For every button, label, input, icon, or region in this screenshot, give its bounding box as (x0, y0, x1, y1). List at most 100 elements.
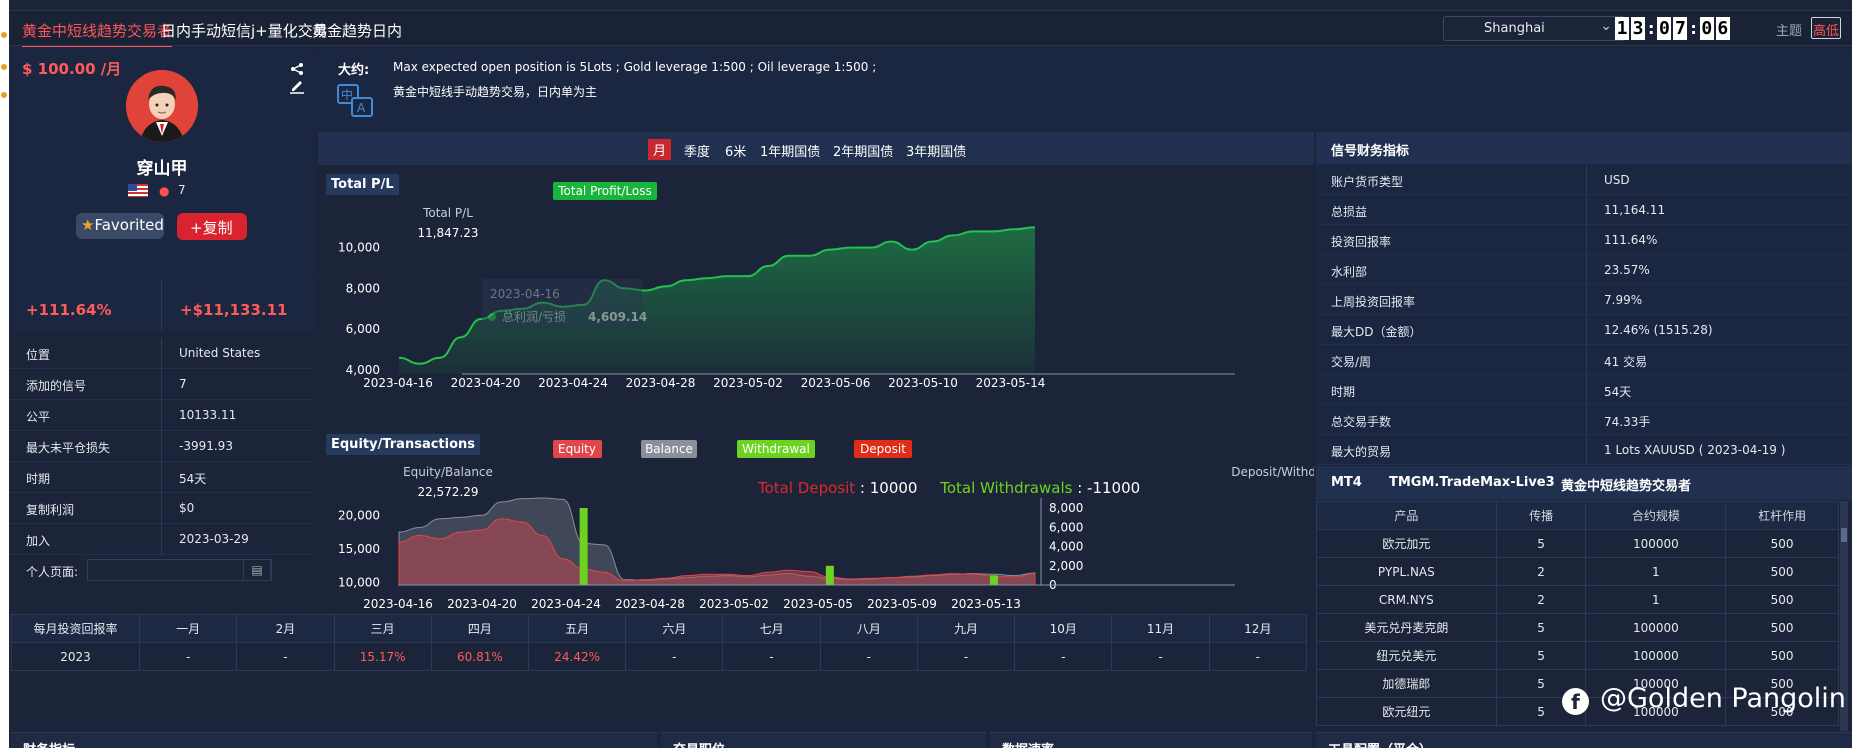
financial-title: 信号财务指标 (1316, 132, 1852, 164)
tab-gold-swing[interactable]: 黄金中短线趋势交易者 (22, 20, 173, 48)
edit-icon[interactable] (289, 78, 305, 97)
withdrawal-bar[interactable] (825, 565, 834, 585)
tick-label: 2023-04-28 (615, 597, 685, 611)
chevron-down-icon: ⌄ (1600, 18, 1612, 34)
period-tab-month[interactable]: 月 (648, 139, 672, 160)
equity-area (398, 518, 1036, 586)
scrollbar-thumb[interactable] (1841, 528, 1847, 542)
table-cell: 500 (1725, 613, 1839, 642)
info-row-max-floating-loss: 最大未平仓损失 -3991.93 (9, 431, 315, 462)
table-cell: 5 (1495, 529, 1587, 558)
y-axis-label: Total P/L (422, 206, 473, 220)
table-cell: 美元兑丹麦克朗 (1316, 613, 1497, 642)
equity-transactions-chart[interactable]: Equity Balance Withdrawal Deposit Equity… (318, 426, 1314, 614)
period-tab-quarter[interactable]: 季度 (684, 141, 710, 160)
financial-value: 74.33手 (1604, 415, 1651, 429)
table-cell: 欧元加元 (1316, 529, 1497, 558)
tick-label: 2023-04-24 (538, 376, 608, 390)
info-value: -3991.93 (179, 439, 233, 453)
month-header: 11月 (1111, 614, 1210, 643)
column-header[interactable]: 杠杆作用 (1725, 501, 1839, 530)
month-header: 六月 (625, 614, 724, 643)
clock-digit: 1 (1615, 17, 1629, 40)
table-cell: 1 (1585, 585, 1727, 614)
period-tab-2y[interactable]: 2年期国债 (833, 141, 893, 160)
withdrawal-bar[interactable] (989, 575, 998, 585)
table-row: 纽元兑美元 5 100000 500 (1316, 641, 1839, 670)
column-header[interactable]: 产品 (1316, 501, 1497, 530)
subscription-price: $ 100.00 /月 (22, 60, 122, 78)
description-line-2: 黄金中短线手动趋势交易，日内单为主 (393, 85, 598, 99)
table-row: CRM.NYS 2 1 500 (1316, 585, 1839, 614)
table-cell: 2 (1495, 557, 1587, 586)
financial-value: 23.57% (1604, 263, 1650, 277)
table-cell: CRM.NYS (1316, 585, 1497, 614)
financial-row: 最大的贸易 1 Lots XAUUSD ( 2023-04-19 ) (1316, 435, 1852, 465)
month-value: - (236, 642, 335, 671)
period-tab-3y[interactable]: 3年期国债 (906, 141, 966, 160)
financial-value: 12.46% (1515.28) (1604, 323, 1713, 337)
y2-axis-label: Deposit/Withdrawal (1231, 465, 1314, 479)
financial-row: 水利部 23.57% (1316, 255, 1852, 285)
copy-button[interactable]: +复制 (177, 213, 247, 240)
month-header: 七月 (722, 614, 821, 643)
financial-key: 水利部 (1331, 265, 1368, 279)
financial-row: 交易/周 41 交易 (1316, 345, 1852, 375)
financial-row: 上周投资回报率 7.99% (1316, 285, 1852, 315)
tab-intraday-quant[interactable]: 日内手动短信j+量化交易 (161, 20, 328, 41)
clock-digit: 3 (1631, 17, 1645, 40)
legend-label: Total Profit/Loss (557, 184, 652, 198)
y-max-label: 11,847.23 (417, 226, 478, 240)
withdrawal-bar[interactable] (579, 508, 588, 585)
bottom-panel-financial: 财务指标 (11, 732, 657, 748)
return-percent: +111.64% (26, 301, 112, 319)
financial-row: 总损益 11,164.11 (1316, 195, 1852, 225)
info-key: 公平 (26, 410, 51, 424)
us-flag-icon (128, 184, 148, 197)
column-header[interactable]: 合约规模 (1585, 501, 1727, 530)
financial-key: 投资回报率 (1331, 235, 1392, 249)
info-value: $0 (179, 501, 195, 515)
financial-key: 总交易手数 (1331, 415, 1392, 429)
total-pl-chart[interactable]: Total Profit/Loss Total P/L 11,847.23 4,… (318, 166, 1314, 406)
month-value: - (1014, 642, 1113, 671)
tab-gold-trend[interactable]: 黄金趋势日内 (312, 20, 402, 41)
month-value: - (916, 642, 1016, 671)
month-header: 九月 (916, 614, 1016, 643)
fire-icon: ● (159, 184, 170, 198)
info-key: 添加的信号 (26, 379, 87, 393)
info-row-period: 时期 54天 (9, 462, 315, 493)
month-value: - (625, 642, 724, 671)
info-value: 10133.11 (179, 408, 237, 422)
column-header[interactable]: 传播 (1495, 501, 1587, 530)
total-profit: +$11,133.11 (180, 301, 288, 319)
trader-name: 穿山甲 (136, 159, 188, 179)
panel-title: 数据速率 (1002, 739, 1054, 748)
month-value: 2023 (10, 642, 141, 671)
favorited-button[interactable]: ★Favorited (76, 213, 164, 239)
timezone-select[interactable]: Shanghai ⌄ (1443, 16, 1625, 41)
theme-toggle[interactable]: 高低 (1811, 17, 1841, 39)
month-header: 三月 (333, 614, 432, 643)
clock-digit: 0 (1699, 17, 1714, 40)
table-cell: 纽元兑美元 (1316, 641, 1497, 670)
table-row: PYPL.NAS 2 1 500 (1316, 557, 1839, 586)
share-icon[interactable] (290, 62, 304, 79)
tick-label: 2023-04-24 (531, 597, 601, 611)
financial-key: 最大的贸易 (1331, 445, 1392, 459)
table-cell: PYPL.NAS (1316, 557, 1497, 586)
y-max-label: 22,572.29 (417, 485, 478, 499)
star-icon: ★ (81, 216, 95, 234)
clock-digit: 0 (1657, 17, 1672, 40)
tick-label: 2023-05-02 (713, 376, 783, 390)
translate-icon[interactable]: 中A (336, 82, 374, 120)
document-icon[interactable]: ▤ (243, 559, 271, 581)
tick-label: 8,000 (346, 281, 380, 295)
y-axis-label: Equity/Balance (403, 465, 493, 479)
legend-label: Balance (645, 442, 693, 456)
financial-row: 投资回报率 111.64% (1316, 225, 1852, 255)
period-tab-1y[interactable]: 1年期国债 (760, 141, 820, 160)
financial-row: 总交易手数 74.33手 (1316, 405, 1852, 435)
info-row-equity: 公平 10133.11 (9, 400, 315, 431)
period-tab-6m[interactable]: 6米 (725, 141, 746, 160)
